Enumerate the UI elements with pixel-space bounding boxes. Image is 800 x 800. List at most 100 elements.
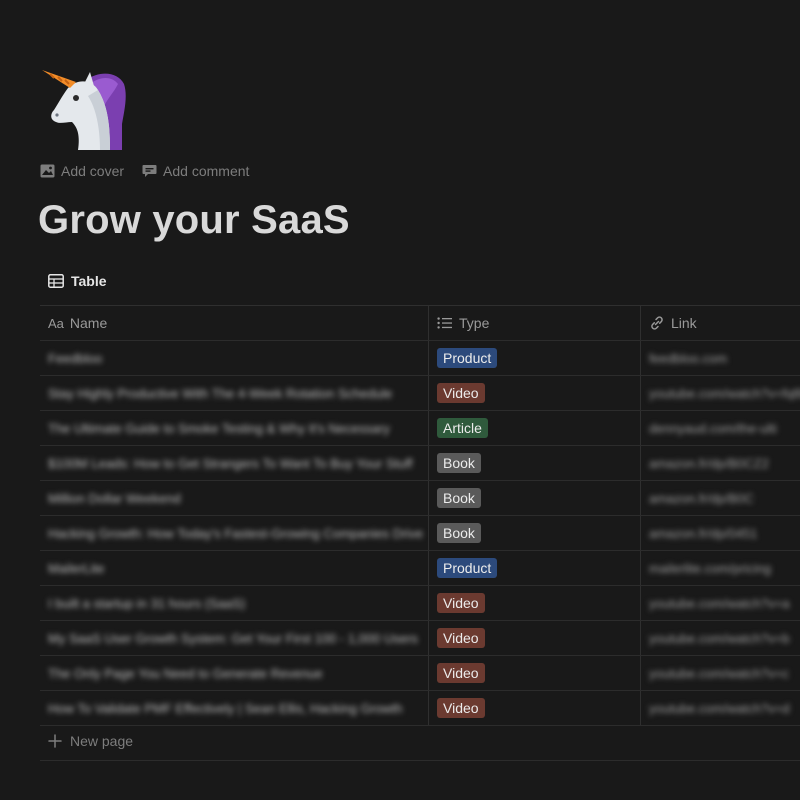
plus-icon bbox=[48, 734, 62, 748]
type-cell[interactable]: Video bbox=[428, 621, 640, 655]
link-icon bbox=[651, 316, 663, 330]
row-name: Stay Highly Productive With The 4-Week R… bbox=[48, 385, 393, 401]
row-link: mailerlite.com/pricing bbox=[649, 560, 772, 576]
type-cell[interactable]: Book bbox=[428, 481, 640, 515]
type-cell[interactable]: Video bbox=[428, 586, 640, 620]
type-tag: Book bbox=[437, 488, 481, 508]
link-cell[interactable]: mailerlite.com/pricing bbox=[640, 551, 800, 585]
row-link: amazon.fr/dp/0451 bbox=[649, 525, 758, 541]
table-header-row: Aa Name Type Link bbox=[40, 306, 800, 341]
page-actions: Add cover Add comment bbox=[40, 163, 249, 179]
table-row[interactable]: The Only Page You Need to Generate Reven… bbox=[40, 656, 800, 691]
list-icon bbox=[437, 317, 452, 329]
type-tag: Book bbox=[437, 523, 481, 543]
link-cell[interactable]: amazon.fr/dp/0451 bbox=[640, 516, 800, 550]
row-link: youtube.com/watch?v=fq8b2 bbox=[649, 385, 800, 401]
row-link: youtube.com/watch?v=c bbox=[649, 665, 789, 681]
name-cell[interactable]: $100M Leads: How to Get Strangers To Wan… bbox=[40, 446, 428, 480]
type-cell[interactable]: Video bbox=[428, 376, 640, 410]
link-cell[interactable]: feedbloo.com bbox=[640, 341, 800, 375]
type-cell[interactable]: Book bbox=[428, 516, 640, 550]
type-cell[interactable]: Product bbox=[428, 551, 640, 585]
table-row[interactable]: $100M Leads: How to Get Strangers To Wan… bbox=[40, 446, 800, 481]
text-property-icon: Aa bbox=[48, 315, 64, 331]
name-cell[interactable]: The Only Page You Need to Generate Reven… bbox=[40, 656, 428, 690]
type-cell[interactable]: Book bbox=[428, 446, 640, 480]
row-name: Feedbloo bbox=[48, 350, 103, 366]
type-tag: Article bbox=[437, 418, 488, 438]
row-name: The Only Page You Need to Generate Reven… bbox=[48, 665, 323, 681]
new-page-label: New page bbox=[70, 733, 134, 749]
row-link: youtube.com/watch?v=a bbox=[649, 595, 790, 611]
type-cell[interactable]: Article bbox=[428, 411, 640, 445]
table-row[interactable]: My SaaS User Growth System: Get Your Fir… bbox=[40, 621, 800, 656]
database-table: Aa Name Type Link Feedbloo Product feedb… bbox=[40, 305, 800, 726]
type-tag: Video bbox=[437, 628, 485, 648]
new-page-button[interactable]: New page bbox=[48, 733, 133, 749]
row-name: I built a startup in 31 hours (SaaS) bbox=[48, 595, 246, 611]
page: Add cover Add comment Grow your SaaS Tab… bbox=[0, 0, 800, 800]
table-row[interactable]: Million Dollar Weekend Book amazon.fr/dp/B… bbox=[40, 481, 800, 516]
type-cell[interactable]: Video bbox=[428, 656, 640, 690]
row-name: My SaaS User Growth System: Get Your Fir… bbox=[48, 630, 418, 646]
table-icon bbox=[48, 274, 64, 288]
link-cell[interactable]: youtube.com/watch?v=a bbox=[640, 586, 800, 620]
row-name: The Ultimate Guide to Smoke Testing & Wh… bbox=[48, 420, 390, 436]
type-tag: Product bbox=[437, 558, 498, 578]
type-cell[interactable]: Product bbox=[428, 341, 640, 375]
name-cell[interactable]: How To Validate PMF Effectively | Sean E… bbox=[40, 691, 428, 725]
link-cell[interactable]: youtube.com/watch?v=d bbox=[640, 691, 800, 725]
link-cell[interactable]: youtube.com/watch?v=b bbox=[640, 621, 800, 655]
tab-table-view[interactable]: Table bbox=[48, 273, 107, 289]
type-cell[interactable]: Video bbox=[428, 691, 640, 725]
column-header-name[interactable]: Aa Name bbox=[40, 306, 428, 340]
column-header-label: Link bbox=[671, 315, 697, 331]
table-body: Feedbloo Product feedbloo.com Stay Highly P… bbox=[40, 341, 800, 726]
add-comment-button[interactable]: Add comment bbox=[142, 163, 249, 179]
type-tag: Product bbox=[437, 348, 498, 368]
link-cell[interactable]: amazon.fr/dp/B0C bbox=[640, 481, 800, 515]
row-link: amazon.fr/dp/B0CZ2 bbox=[649, 455, 769, 471]
name-cell[interactable]: Hacking Growth: How Today's Fastest-Grow… bbox=[40, 516, 428, 550]
name-cell[interactable]: Million Dollar Weekend bbox=[40, 481, 428, 515]
type-tag: Video bbox=[437, 663, 485, 683]
type-tag: Book bbox=[437, 453, 481, 473]
add-cover-button[interactable]: Add cover bbox=[40, 163, 124, 179]
name-cell[interactable]: Feedbloo bbox=[40, 341, 428, 375]
type-tag: Video bbox=[437, 383, 485, 403]
row-link: dennyaud.com/the-ulti bbox=[649, 420, 777, 436]
unicorn-icon[interactable] bbox=[38, 62, 130, 154]
row-name: $100M Leads: How to Get Strangers To Wan… bbox=[48, 455, 413, 471]
link-cell[interactable]: dennyaud.com/the-ulti bbox=[640, 411, 800, 445]
table-row[interactable]: How To Validate PMF Effectively | Sean E… bbox=[40, 691, 800, 726]
table-row[interactable]: The Ultimate Guide to Smoke Testing & Wh… bbox=[40, 411, 800, 446]
row-name: Hacking Growth: How Today's Fastest-Grow… bbox=[48, 525, 424, 541]
column-header-type[interactable]: Type bbox=[428, 306, 640, 340]
table-row[interactable]: I built a startup in 31 hours (SaaS) Vide… bbox=[40, 586, 800, 621]
comment-icon bbox=[142, 165, 157, 177]
table-row[interactable]: Hacking Growth: How Today's Fastest-Grow… bbox=[40, 516, 800, 551]
row-link: feedbloo.com bbox=[649, 350, 728, 366]
type-tag: Video bbox=[437, 593, 485, 613]
image-icon bbox=[40, 164, 55, 178]
table-row[interactable]: Stay Highly Productive With The 4-Week R… bbox=[40, 376, 800, 411]
column-header-label: Type bbox=[459, 315, 490, 331]
name-cell[interactable]: The Ultimate Guide to Smoke Testing & Wh… bbox=[40, 411, 428, 445]
link-cell[interactable]: amazon.fr/dp/B0CZ2 bbox=[640, 446, 800, 480]
table-row[interactable]: MailerLite Product mailerlite.com/pricing bbox=[40, 551, 800, 586]
link-cell[interactable]: youtube.com/watch?v=c bbox=[640, 656, 800, 690]
name-cell[interactable]: MailerLite bbox=[40, 551, 428, 585]
page-title[interactable]: Grow your SaaS bbox=[38, 198, 350, 243]
add-cover-label: Add cover bbox=[61, 163, 125, 179]
type-tag: Video bbox=[437, 698, 485, 718]
name-cell[interactable]: My SaaS User Growth System: Get Your Fir… bbox=[40, 621, 428, 655]
tab-table-label: Table bbox=[71, 273, 107, 289]
row-name: Million Dollar Weekend bbox=[48, 490, 181, 506]
name-cell[interactable]: Stay Highly Productive With The 4-Week R… bbox=[40, 376, 428, 410]
row-name: MailerLite bbox=[48, 560, 105, 576]
link-cell[interactable]: youtube.com/watch?v=fq8b2 bbox=[640, 376, 800, 410]
column-header-link[interactable]: Link bbox=[640, 306, 800, 340]
column-header-label: Name bbox=[69, 315, 108, 331]
name-cell[interactable]: I built a startup in 31 hours (SaaS) bbox=[40, 586, 428, 620]
table-row[interactable]: Feedbloo Product feedbloo.com bbox=[40, 341, 800, 376]
